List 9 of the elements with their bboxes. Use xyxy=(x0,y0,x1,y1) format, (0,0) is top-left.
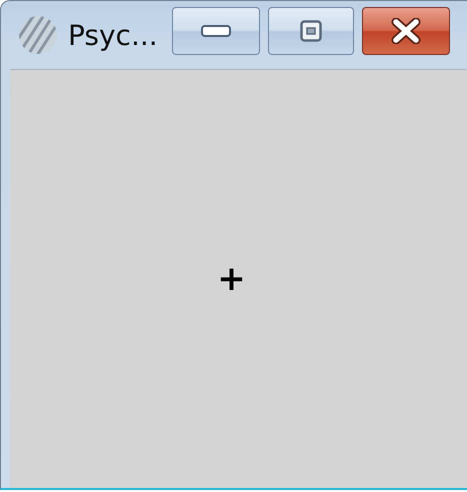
window-title: Psyc... xyxy=(68,18,158,52)
close-icon xyxy=(390,18,421,44)
maximize-button[interactable] xyxy=(268,7,354,55)
minimize-button[interactable] xyxy=(172,7,260,55)
close-button[interactable] xyxy=(362,7,450,55)
maximize-icon xyxy=(300,20,322,42)
minimize-icon xyxy=(200,25,231,37)
fixation-cross: + xyxy=(217,262,246,296)
striped-circle-icon xyxy=(18,15,58,55)
